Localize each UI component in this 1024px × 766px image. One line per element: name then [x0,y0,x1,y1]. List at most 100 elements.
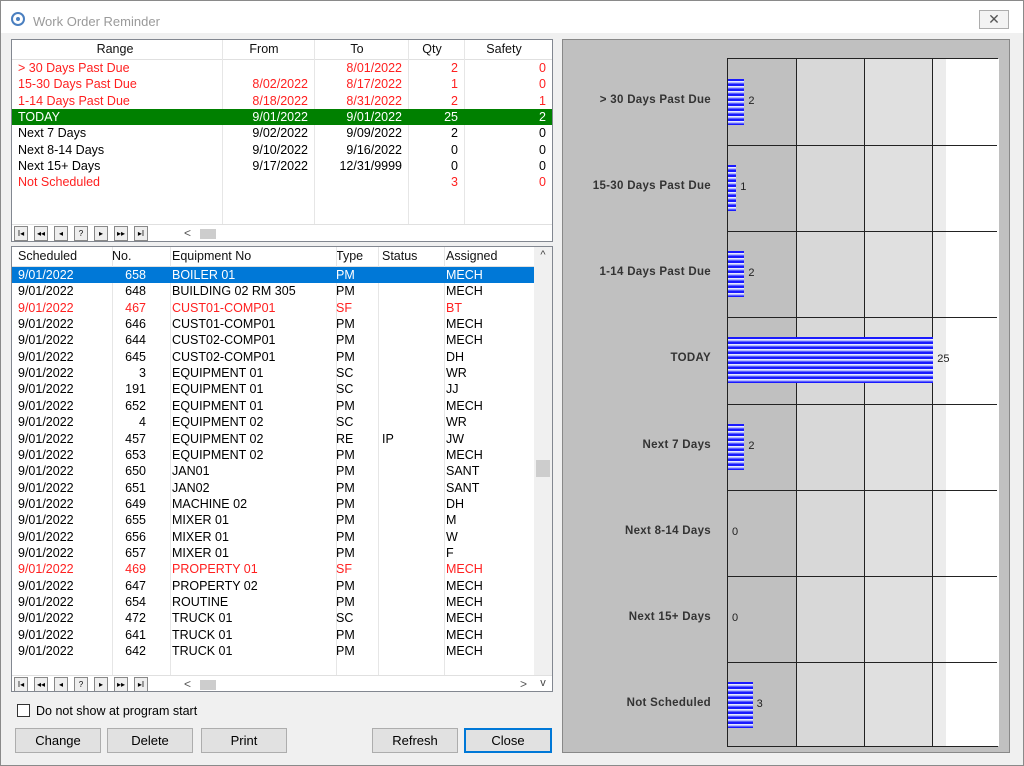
orders-column-header[interactable]: Scheduled [18,249,77,263]
orders-row[interactable]: 9/01/2022 191 EQUIPMENT 01 SC JJ [12,381,534,397]
first-record-button[interactable]: I◂ [14,677,28,691]
close-button[interactable]: Close [464,728,552,753]
range-row[interactable]: 1-14 Days Past Due 8/18/2022 8/31/2022 2 1 [12,93,552,109]
help-button[interactable]: ? [74,226,88,241]
range-column-header[interactable]: Safety [464,42,544,56]
change-button[interactable]: Change [15,728,101,753]
orders-cell-scheduled: 9/01/2022 [18,562,74,577]
range-cell-qty: 2 [451,93,458,108]
range-column-header[interactable]: Range [16,42,214,56]
scroll-down-button[interactable]: v [536,677,550,689]
next-record-button[interactable]: ▸ [94,677,108,691]
orders-cell-equipment: TRUCK 01 [172,611,233,626]
refresh-button[interactable]: Refresh [372,728,458,753]
range-row[interactable]: TODAY 9/01/2022 9/01/2022 25 2 [12,108,552,125]
chart-bar [728,337,934,384]
orders-row[interactable]: 9/01/2022 653 EQUIPMENT 02 PM MECH [12,447,534,463]
orders-row[interactable]: 9/01/2022 4 EQUIPMENT 02 SC WR [12,414,534,430]
range-row[interactable]: Next 15+ Days 9/17/2022 12/31/9999 0 0 [12,158,552,174]
orders-row[interactable]: 9/01/2022 457 EQUIPMENT 02 RE IP JW [12,431,534,447]
chart-gridline-horizontal [728,490,997,491]
orders-cell-status [382,365,440,381]
last-record-button[interactable]: ▸I [134,226,148,241]
range-cell-qty: 1 [451,77,458,92]
range-row[interactable]: > 30 Days Past Due 8/01/2022 2 0 [12,60,552,76]
orders-row[interactable]: 9/01/2022 467 CUST01-COMP01 SF BT [12,300,534,316]
print-button[interactable]: Print [201,728,287,753]
orders-row[interactable]: 9/01/2022 642 TRUCK 01 PM MECH [12,643,534,659]
range-navigator: I◂ ◂◂ ◂? ▸ ▸▸ ▸I < [12,224,552,241]
orders-column-header[interactable]: Assigned [446,249,497,263]
orders-column-header[interactable]: No. [112,249,131,263]
first-record-button[interactable]: I◂ [14,226,28,241]
range-cell-from [222,60,308,76]
orders-row[interactable]: 9/01/2022 647 PROPERTY 02 PM MECH [12,578,534,594]
next-page-button[interactable]: ▸▸ [114,677,128,691]
orders-row[interactable]: 9/01/2022 649 MACHINE 02 PM DH [12,496,534,512]
work-orders-grid[interactable]: Scheduled No. Equipment No Type Status Assign… [11,246,553,692]
prev-page-button[interactable]: ◂◂ [34,677,48,691]
range-cell-range: Next 7 Days [18,126,87,141]
orders-column-header[interactable]: Type [336,249,363,263]
orders-row[interactable]: 9/01/2022 469 PROPERTY 01 SF MECH [12,561,534,577]
last-record-button[interactable]: ▸I [134,677,148,691]
delete-button[interactable]: Delete [107,728,193,753]
orders-row[interactable]: 9/01/2022 644 CUST02-COMP01 PM MECH [12,332,534,348]
orders-cell-type: PM [336,480,355,495]
help-button[interactable]: ? [74,677,88,691]
prev-page-button[interactable]: ◂◂ [34,226,48,241]
orders-scroll-right-button[interactable]: > [520,677,527,691]
orders-cell-type: PM [336,578,355,593]
orders-row[interactable]: 9/01/2022 651 JAN02 PM SANT [12,480,534,496]
orders-cell-no: 650 [125,464,146,479]
next-page-button[interactable]: ▸▸ [114,226,128,241]
prev-record-button[interactable]: ◂ [54,226,68,241]
orders-row[interactable]: 9/01/2022 655 MIXER 01 PM M [12,512,534,528]
plot-band [946,59,999,746]
range-scroll-left-button[interactable]: < [184,226,191,240]
chart-category-label: > 30 Days Past Due [599,94,711,107]
scroll-up-button[interactable]: ^ [534,249,552,261]
range-column-header[interactable]: To [314,42,400,56]
orders-row[interactable]: 9/01/2022 3 EQUIPMENT 01 SC WR [12,365,534,381]
range-column-header[interactable]: Qty [408,42,456,56]
range-row[interactable]: Next 8-14 Days 9/10/2022 9/16/2022 0 0 [12,142,552,158]
orders-cell-status [382,283,440,299]
orders-cell-scheduled: 9/01/2022 [18,398,74,413]
orders-vertical-scrollbar[interactable]: ^ [534,247,552,675]
orders-cell-equipment: BUILDING 02 RM 305 [172,284,296,299]
range-row[interactable]: Next 7 Days 9/02/2022 9/09/2022 2 0 [12,125,552,141]
orders-row[interactable]: 9/01/2022 652 EQUIPMENT 01 PM MECH [12,398,534,414]
orders-row[interactable]: 9/01/2022 657 MIXER 01 PM F [12,545,534,561]
scroll-thumb[interactable] [536,460,550,477]
orders-row[interactable]: 9/01/2022 641 TRUCK 01 PM MECH [12,627,534,643]
orders-cell-assigned: W [446,529,458,544]
orders-row[interactable]: 9/01/2022 645 CUST02-COMP01 PM DH [12,349,534,365]
orders-row[interactable]: 9/01/2022 646 CUST01-COMP01 PM MECH [12,316,534,332]
range-row[interactable]: Not Scheduled 3 0 [12,174,552,190]
orders-cell-assigned: MECH [446,268,483,282]
orders-row[interactable]: 9/01/2022 650 JAN01 PM SANT [12,463,534,479]
orders-cell-assigned: MECH [446,447,483,462]
orders-row[interactable]: 9/01/2022 654 ROUTINE PM MECH [12,594,534,610]
orders-cell-equipment: MIXER 01 [172,513,229,528]
range-row[interactable]: 15-30 Days Past Due 8/02/2022 8/17/2022 1 0 [12,76,552,92]
orders-scroll-left-button[interactable]: < [184,677,191,691]
range-summary-grid[interactable]: Range From To Qty Safety > 30 Days Past Due 8… [11,39,553,242]
orders-row[interactable]: 9/01/2022 648 BUILDING 02 RM 305 PM MECH [12,283,534,299]
range-horizontal-scroll-thumb[interactable] [200,229,216,239]
orders-cell-scheduled: 9/01/2022 [18,529,74,544]
next-record-button[interactable]: ▸ [94,226,108,241]
orders-cell-assigned: WR [446,366,467,381]
range-column-header[interactable]: From [222,42,306,56]
prev-record-button[interactable]: ◂ [54,677,68,691]
chart-category-label: Not Scheduled [626,696,711,709]
do-not-show-checkbox[interactable] [17,704,30,717]
orders-column-header[interactable]: Status [382,249,417,263]
orders-row[interactable]: 9/01/2022 656 MIXER 01 PM W [12,529,534,545]
orders-horizontal-scroll-thumb[interactable] [200,680,216,690]
orders-column-header[interactable]: Equipment No [172,249,251,263]
orders-row[interactable]: 9/01/2022 658 BOILER 01 PM MECH [12,267,534,283]
close-window-button[interactable]: ✕ [979,10,1009,29]
orders-row[interactable]: 9/01/2022 472 TRUCK 01 SC MECH [12,610,534,626]
